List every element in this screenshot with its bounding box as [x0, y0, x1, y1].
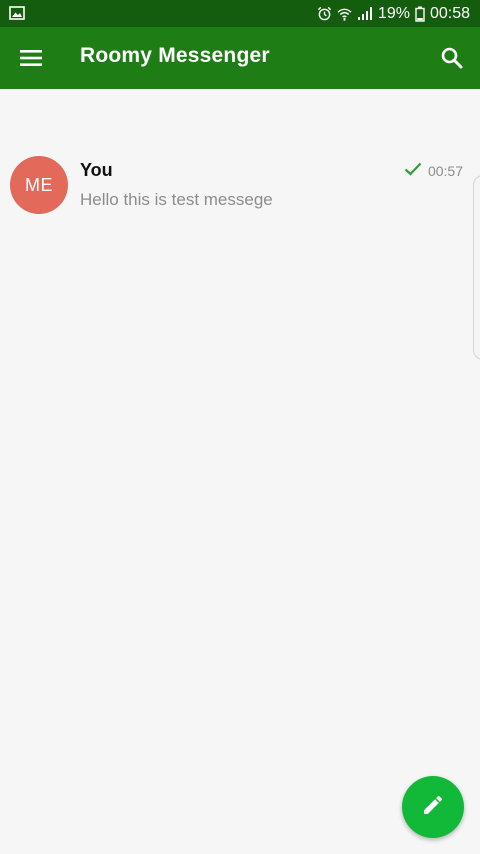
status-bar: 19% 00:58: [0, 0, 480, 27]
conversation-meta: 00:57: [404, 162, 463, 179]
conversation-item[interactable]: ME You Hello this is test messege 00:57: [0, 150, 480, 220]
avatar[interactable]: ME: [10, 156, 68, 214]
wifi-icon: [337, 6, 352, 22]
hamburger-menu-icon[interactable]: [16, 44, 46, 72]
battery-percent: 19%: [377, 4, 410, 22]
compose-button[interactable]: [402, 776, 464, 838]
status-time: 00:58: [429, 4, 470, 22]
gallery-notification-icon: [9, 5, 25, 21]
search-icon[interactable]: [438, 44, 466, 72]
status-icons: 19% 00:58: [317, 0, 470, 27]
alarm-icon: [317, 6, 332, 21]
app-bar: Roomy Messenger: [0, 27, 480, 89]
conversation-preview: Hello this is test messege: [80, 190, 273, 209]
battery-icon: [415, 6, 425, 22]
signal-icon: [357, 6, 373, 21]
conversation-name: You: [80, 160, 113, 180]
app-title: Roomy Messenger: [80, 44, 270, 67]
avatar-initials: ME: [25, 174, 53, 195]
conversation-time: 00:57: [427, 162, 463, 179]
pencil-icon: [421, 793, 445, 822]
edge-panel-handle[interactable]: [473, 175, 480, 360]
check-icon: [404, 162, 422, 179]
